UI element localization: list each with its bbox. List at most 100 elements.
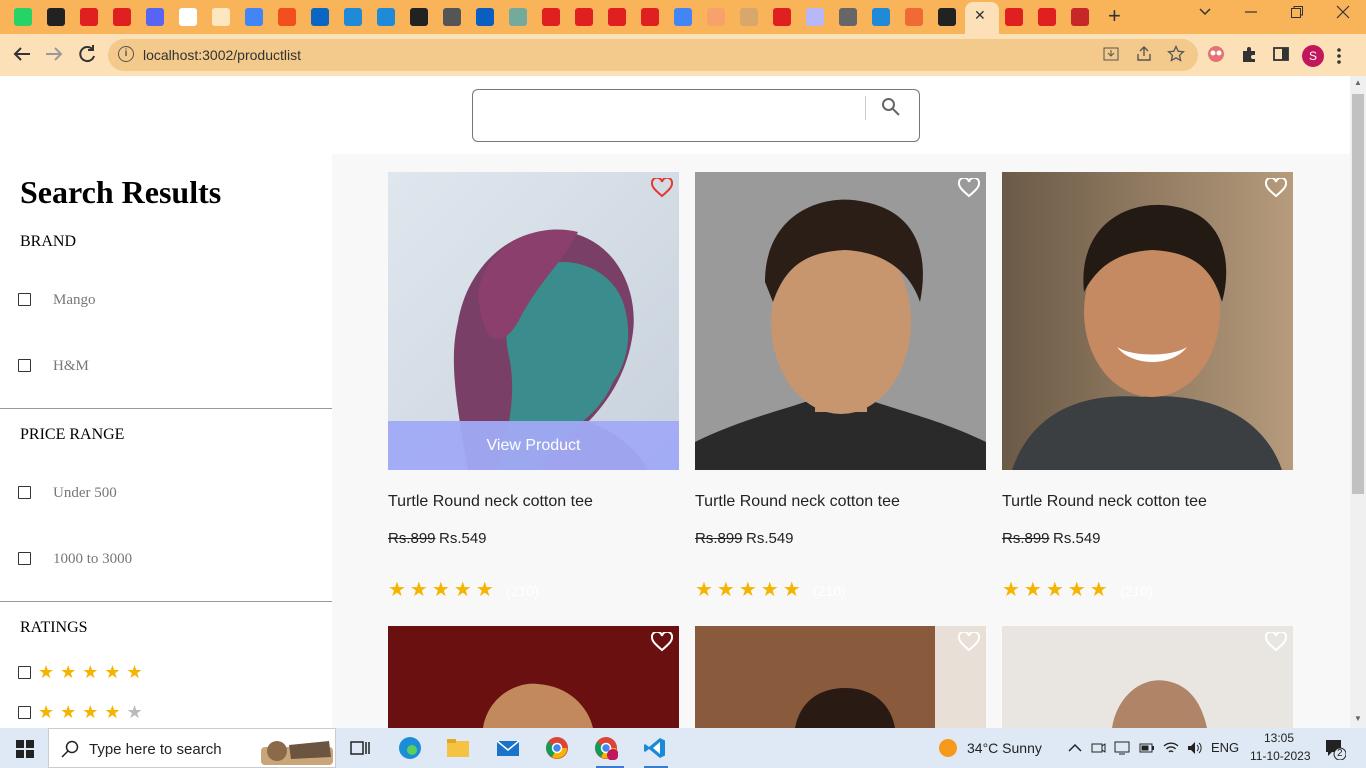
tab-icon[interactable] [476,8,494,26]
google-docs-tab-icon[interactable] [245,8,263,26]
wishlist-heart-icon[interactable] [651,178,673,198]
edge-icon[interactable] [398,736,422,760]
wishlist-heart-icon[interactable] [1265,632,1287,652]
product-image[interactable] [388,626,679,728]
price-checkbox-under-500[interactable] [18,486,31,499]
file-explorer-icon[interactable] [446,736,470,760]
whatsapp-tab-icon[interactable] [14,8,32,26]
vscode-icon[interactable] [643,736,667,760]
product-title[interactable]: Turtle Round neck cotton tee [1002,493,1207,511]
forward-icon[interactable] [44,45,64,63]
volume-icon[interactable] [1186,740,1204,756]
back-icon[interactable] [12,45,32,63]
google-docs-tab-icon[interactable] [674,8,692,26]
product-image[interactable] [1002,172,1293,470]
youtube-tab-icon[interactable] [113,8,131,26]
github-tab-icon[interactable] [410,8,428,26]
wishlist-heart-icon[interactable] [958,632,980,652]
tab-icon[interactable] [872,8,890,26]
product-title[interactable]: Turtle Round neck cotton tee [388,493,593,511]
rating-checkbox-4[interactable] [18,706,31,719]
restore-icon[interactable] [1290,5,1304,19]
rating-checkbox-5[interactable] [18,666,31,679]
youtube-tab-icon[interactable] [542,8,560,26]
tab-search-chevron-icon[interactable] [1198,5,1212,19]
weather-sun-icon[interactable] [938,738,958,758]
api-tab-icon[interactable] [806,8,824,26]
reload-icon[interactable] [77,44,97,64]
menu-dots-icon[interactable] [1334,47,1344,65]
linkedin-tab-icon[interactable] [311,8,329,26]
vertical-scrollbar[interactable]: ▲ ▼ [1350,76,1366,728]
tab-icon[interactable] [212,8,230,26]
product-search-input[interactable] [472,89,920,142]
scrollbar-thumb[interactable] [1352,94,1364,494]
youtube-tab-icon[interactable] [641,8,659,26]
new-tab-button[interactable]: + [1108,3,1121,29]
show-hidden-icons-chevron-icon[interactable] [1068,742,1082,754]
youtube-tab-icon[interactable] [773,8,791,26]
mail-icon[interactable] [496,736,520,760]
internshala-tab-icon[interactable] [344,8,362,26]
youtube-tab-icon[interactable] [80,8,98,26]
url-text[interactable]: localhost:3002/productlist [143,47,301,63]
product-card[interactable] [388,626,679,728]
minimize-icon[interactable] [1244,5,1258,19]
side-panel-icon[interactable] [1272,45,1290,63]
wifi-icon[interactable] [1162,740,1180,756]
product-card[interactable] [1002,626,1293,728]
share-icon[interactable] [1135,45,1153,63]
brand-checkbox-mango[interactable] [18,293,31,306]
address-bar[interactable]: i localhost:3002/productlist [108,39,1198,71]
product-image[interactable] [695,626,986,728]
chrome-icon[interactable] [545,736,569,760]
tab-icon[interactable] [1071,8,1089,26]
extension-icon[interactable] [1207,45,1225,63]
site-info-icon[interactable]: i [118,46,134,62]
price-checkbox-1000-3000[interactable] [18,552,31,565]
tab-icon[interactable] [905,8,923,26]
scroll-up-arrow-icon[interactable]: ▲ [1354,78,1362,87]
bookmark-star-icon[interactable] [1167,45,1185,63]
tab-icon[interactable] [443,8,461,26]
clock-time[interactable]: 13:05 [1264,731,1294,745]
wishlist-heart-icon[interactable] [651,632,673,652]
youtube-tab-icon[interactable] [1005,8,1023,26]
internshala-tab-icon[interactable] [377,8,395,26]
meet-now-icon[interactable] [1090,740,1106,756]
extensions-puzzle-icon[interactable] [1240,45,1258,63]
view-product-button[interactable]: View Product [388,421,679,470]
install-app-icon[interactable] [1102,45,1120,63]
chatgpt-tab-icon[interactable] [509,8,527,26]
weather-text[interactable]: 34°C Sunny [967,740,1042,756]
chrome-profile-icon[interactable] [594,736,618,760]
clock-date[interactable]: 11-10-2023 [1250,749,1311,763]
profile-avatar[interactable]: S [1302,45,1324,67]
product-card[interactable] [695,626,986,728]
input-language[interactable]: ENG [1211,740,1239,755]
task-view-icon[interactable] [348,736,372,760]
product-title[interactable]: Turtle Round neck cotton tee [695,493,900,511]
product-image[interactable] [1002,626,1293,728]
youtube-tab-icon[interactable] [575,8,593,26]
tab-icon[interactable] [740,8,758,26]
tab-icon[interactable] [839,8,857,26]
react-tab-icon[interactable] [47,8,65,26]
discord-tab-icon[interactable] [146,8,164,26]
display-icon[interactable] [1114,740,1130,756]
scroll-down-arrow-icon[interactable]: ▼ [1354,714,1362,723]
taskbar-search-box[interactable]: Type here to search [48,728,336,768]
youtube-tab-icon[interactable] [1038,8,1056,26]
figma-tab-icon[interactable] [278,8,296,26]
product-image[interactable]: View Product [388,172,679,470]
close-tab-icon[interactable]: ✕ [974,7,986,24]
react-tab-icon[interactable] [938,8,956,26]
search-icon[interactable] [881,97,901,117]
wishlist-heart-icon[interactable] [958,178,980,198]
close-window-icon[interactable] [1336,5,1350,19]
youtube-tab-icon[interactable] [608,8,626,26]
product-image[interactable] [695,172,986,470]
wix-tab-icon[interactable] [179,8,197,26]
wishlist-heart-icon[interactable] [1265,178,1287,198]
windows-start-icon[interactable] [16,740,34,758]
